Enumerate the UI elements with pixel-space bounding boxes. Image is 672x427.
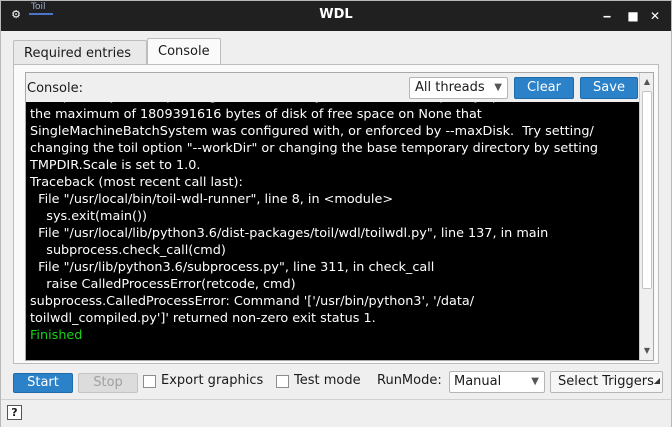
- scroll-up-icon[interactable]: ▲: [640, 75, 654, 89]
- control-bar: Start Stop Export graphics Test mode Run…: [1, 369, 672, 395]
- chevron-down-icon: ▼: [494, 82, 502, 93]
- console-line: File "/usr/local/bin/toil-wdl-runner", l…: [30, 192, 394, 207]
- tab-required-entries[interactable]: Required entries: [13, 40, 147, 65]
- console-status-finished: Finished: [30, 328, 83, 343]
- chevron-down-icon: ▼: [531, 376, 539, 387]
- console-line: Traceback (most recent call last):: [30, 175, 243, 190]
- minimize-icon[interactable]: ‒: [599, 8, 615, 24]
- console-line: File "/usr/local/lib/python3.6/dist-pack…: [30, 226, 549, 241]
- tab-console[interactable]: Console: [147, 38, 221, 65]
- console-tab-panel: Console: All threads ▼ Clear Save Unexpe…: [13, 64, 659, 364]
- save-button[interactable]: Save: [580, 77, 638, 99]
- status-bar: ?: [1, 399, 671, 427]
- title-bar[interactable]: ⚙ Toil WDL ‒ ■ ✕: [1, 1, 671, 31]
- select-triggers-button[interactable]: Select Triggers ◢: [550, 371, 663, 393]
- console-line: toilwdl_compiled.py']' returned non-zero…: [30, 311, 376, 326]
- console-line: subprocess.CalledProcessError: Command '…: [30, 294, 475, 309]
- runmode-label: RunMode:: [377, 373, 442, 388]
- console-line: sys.exit(main()): [30, 209, 147, 224]
- stop-button[interactable]: Stop: [78, 373, 138, 393]
- console-line: changing the toil option "--workDir" or …: [30, 141, 599, 156]
- menu-corner-icon: ◢: [653, 376, 660, 385]
- wdl-window: ⚙ Toil WDL ‒ ■ ✕ Required entries Consol…: [0, 0, 672, 427]
- runmode-select[interactable]: Manual ▼: [449, 371, 545, 393]
- start-button[interactable]: Start: [13, 373, 73, 393]
- help-icon[interactable]: ?: [7, 405, 22, 420]
- clear-button[interactable]: Clear: [514, 77, 574, 99]
- export-graphics-checkbox[interactable]: [143, 375, 156, 388]
- scroll-down-icon[interactable]: ▼: [640, 344, 654, 358]
- window-title: WDL: [319, 7, 353, 22]
- close-icon[interactable]: ✕: [647, 8, 663, 24]
- test-mode-checkbox[interactable]: [276, 375, 289, 388]
- test-mode-label[interactable]: Test mode: [294, 373, 361, 388]
- console-line: TMPDIR.Scale is set to 1.0.: [30, 158, 201, 173]
- runmode-value: Manual: [454, 374, 502, 389]
- console-line: subprocess.check_call(cmd): [30, 243, 226, 258]
- thread-filter-select[interactable]: All threads ▼: [409, 77, 508, 99]
- maximize-icon[interactable]: ■: [625, 8, 641, 24]
- console-label: Console:: [27, 81, 83, 96]
- console-output[interactable]: Unexpected job is requesting 2147483648 …: [26, 102, 639, 360]
- console-line: SingleMachineBatchSystem was configured …: [30, 124, 594, 139]
- export-graphics-label[interactable]: Export graphics: [161, 373, 263, 388]
- console-group: Console: All threads ▼ Clear Save Unexpe…: [25, 72, 654, 361]
- console-line: Unexpected job is requesting 2147483648 …: [30, 102, 597, 105]
- console-line: the maximum of 1809391616 bytes of disk …: [30, 107, 482, 122]
- console-line: raise CalledProcessError(retcode, cmd): [30, 277, 296, 292]
- select-triggers-label: Select Triggers: [558, 374, 654, 389]
- scroll-thumb[interactable]: [642, 91, 652, 289]
- thread-filter-value: All threads: [415, 80, 485, 95]
- console-scrollbar[interactable]: ▲ ▼: [639, 73, 653, 360]
- console-line: File "/usr/lib/python3.6/subprocess.py",…: [30, 260, 435, 275]
